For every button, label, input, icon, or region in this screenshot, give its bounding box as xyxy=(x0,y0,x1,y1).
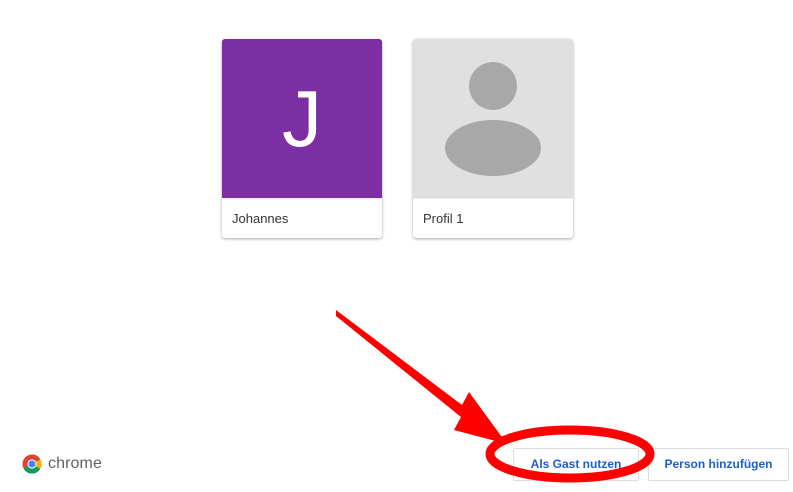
profile-name: Profil 1 xyxy=(413,198,573,238)
profile-picker-page: J Johannes Profil 1 chrome Als Gast nutz… xyxy=(0,0,793,492)
annotation-arrow xyxy=(336,310,507,444)
browse-as-guest-button[interactable]: Als Gast nutzen xyxy=(513,448,639,481)
profile-initial: J xyxy=(282,73,322,163)
profile-avatar xyxy=(413,39,573,198)
add-person-button[interactable]: Person hinzufügen xyxy=(648,448,789,481)
default-person-icon xyxy=(445,61,541,176)
chrome-brand: chrome xyxy=(22,454,102,474)
profile-card-profil-1[interactable]: Profil 1 xyxy=(413,39,573,238)
profile-avatar: J xyxy=(222,39,382,198)
profile-name: Johannes xyxy=(222,198,382,238)
profile-list: J Johannes Profil 1 xyxy=(222,39,573,238)
profile-card-johannes[interactable]: J Johannes xyxy=(222,39,382,238)
chrome-logo-icon xyxy=(22,454,42,474)
brand-name: chrome xyxy=(48,455,102,472)
